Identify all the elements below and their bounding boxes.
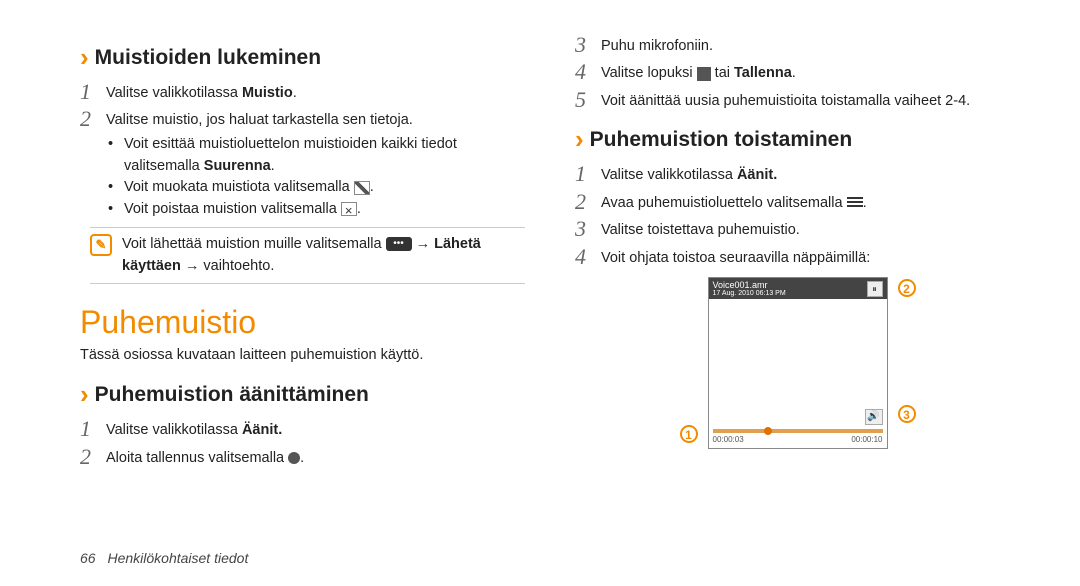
step-number: 1 <box>80 416 106 441</box>
intro-paragraph: Tässä osiossa kuvataan laitteen puhemuis… <box>80 345 525 367</box>
step-4: 4 Voit ohjata toistoa seuraavilla näppäi… <box>575 244 1020 269</box>
left-column: › Muistioiden lukeminen 1 Valitse valikk… <box>80 30 525 471</box>
record-icon <box>288 452 300 464</box>
section-name: Henkilökohtaiset tiedot <box>107 550 248 566</box>
chevron-icon: › <box>80 42 89 73</box>
step-text: Valitse muistio, jos haluat tarkastella … <box>106 106 413 131</box>
player-times: 00:00:03 00:00:10 <box>709 433 887 448</box>
step-text: Aloita tallennus valitsemalla . <box>106 444 304 469</box>
step-text: Avaa puhemuistioluettelo valitsemalla . <box>601 189 867 214</box>
bullet-item: Voit muokata muistiota valitsemalla . <box>108 177 525 199</box>
delete-icon <box>341 202 357 216</box>
list-icon <box>847 197 863 209</box>
step-text: Valitse valikkotilassa Äänit. <box>106 416 282 441</box>
player-filename: Voice001.amr <box>713 280 786 290</box>
step-3: 3 Puhu mikrofoniin. <box>575 32 1020 57</box>
player-date: 17 Aug. 2010 06:13 PM <box>713 290 786 297</box>
main-title: Puhemuistio <box>80 304 525 341</box>
stop-icon <box>697 67 711 81</box>
step-number: 5 <box>575 87 601 112</box>
step-number: 1 <box>575 161 601 186</box>
heading-text: Puhemuistion toistaminen <box>590 128 853 152</box>
more-icon: ••• <box>386 237 412 251</box>
step-2: 2 Avaa puhemuistioluettelo valitsemalla … <box>575 189 1020 214</box>
step-text: Valitse valikkotilassa Muistio. <box>106 79 297 104</box>
step-1: 1 Valitse valikkotilassa Äänit. <box>575 161 1020 186</box>
step-1: 1 Valitse valikkotilassa Muistio. <box>80 79 525 104</box>
voice-player: Voice001.amr 17 Aug. 2010 06:13 PM ⏸ 🔊 0… <box>708 277 888 449</box>
player-screenshot: Voice001.amr 17 Aug. 2010 06:13 PM ⏸ 🔊 0… <box>708 277 888 449</box>
step-text: Voit äänittää uusia puhemuistioita toist… <box>601 87 970 112</box>
time-end: 00:00:10 <box>851 435 882 444</box>
page-footer: 66 Henkilökohtaiset tiedot <box>80 550 248 566</box>
callout-1: 1 <box>680 425 698 443</box>
step-number: 2 <box>575 189 601 214</box>
player-body: 🔊 <box>709 299 887 429</box>
step-text: Puhu mikrofoniin. <box>601 32 713 57</box>
step-5: 5 Voit äänittää uusia puhemuistioita toi… <box>575 87 1020 112</box>
step-number: 2 <box>80 106 106 131</box>
chevron-icon: › <box>80 379 89 410</box>
volume-button[interactable]: 🔊 <box>865 409 883 425</box>
page-number: 66 <box>80 550 96 566</box>
progress-bar[interactable] <box>713 429 883 433</box>
step-1: 1 Valitse valikkotilassa Äänit. <box>80 416 525 441</box>
player-header: Voice001.amr 17 Aug. 2010 06:13 PM ⏸ <box>709 278 887 299</box>
step-number: 2 <box>80 444 106 469</box>
chevron-icon: › <box>575 124 584 155</box>
step-number: 3 <box>575 216 601 241</box>
note-text: Voit lähettää muistion muille valitsemal… <box>122 234 525 278</box>
bullet-item: Voit esittää muistioluettelon muistioide… <box>108 134 525 178</box>
heading-text: Puhemuistion äänittäminen <box>95 383 369 407</box>
step-2: 2 Valitse muistio, jos haluat tarkastell… <box>80 106 525 131</box>
step-4: 4 Valitse lopuksi tai Tallenna. <box>575 59 1020 84</box>
section-heading-playback: › Puhemuistion toistaminen <box>575 124 1020 155</box>
step-3: 3 Valitse toistettava puhemuistio. <box>575 216 1020 241</box>
callout-2: 2 <box>898 279 916 297</box>
step-text: Valitse toistettava puhemuistio. <box>601 216 800 241</box>
note-box: ✎ Voit lähettää muistion muille valitsem… <box>90 227 525 285</box>
step-2: 2 Aloita tallennus valitsemalla . <box>80 444 525 469</box>
section-heading-record: › Puhemuistion äänittäminen <box>80 379 525 410</box>
edit-icon <box>354 181 370 195</box>
step-number: 4 <box>575 59 601 84</box>
step-text: Valitse valikkotilassa Äänit. <box>601 161 777 186</box>
step-number: 4 <box>575 244 601 269</box>
heading-text: Muistioiden lukeminen <box>95 46 321 70</box>
pause-button[interactable]: ⏸ <box>867 281 883 297</box>
bullet-item: Voit poistaa muistion valitsemalla . <box>108 199 525 221</box>
callout-3: 3 <box>898 405 916 423</box>
note-icon: ✎ <box>90 234 112 256</box>
step-text: Valitse lopuksi tai Tallenna. <box>601 59 796 84</box>
step-text: Voit ohjata toistoa seuraavilla näppäimi… <box>601 244 870 269</box>
right-column: 3 Puhu mikrofoniin. 4 Valitse lopuksi ta… <box>575 30 1020 471</box>
section-heading-memos-read: › Muistioiden lukeminen <box>80 42 525 73</box>
step-number: 3 <box>575 32 601 57</box>
time-current: 00:00:03 <box>713 435 744 444</box>
step-number: 1 <box>80 79 106 104</box>
